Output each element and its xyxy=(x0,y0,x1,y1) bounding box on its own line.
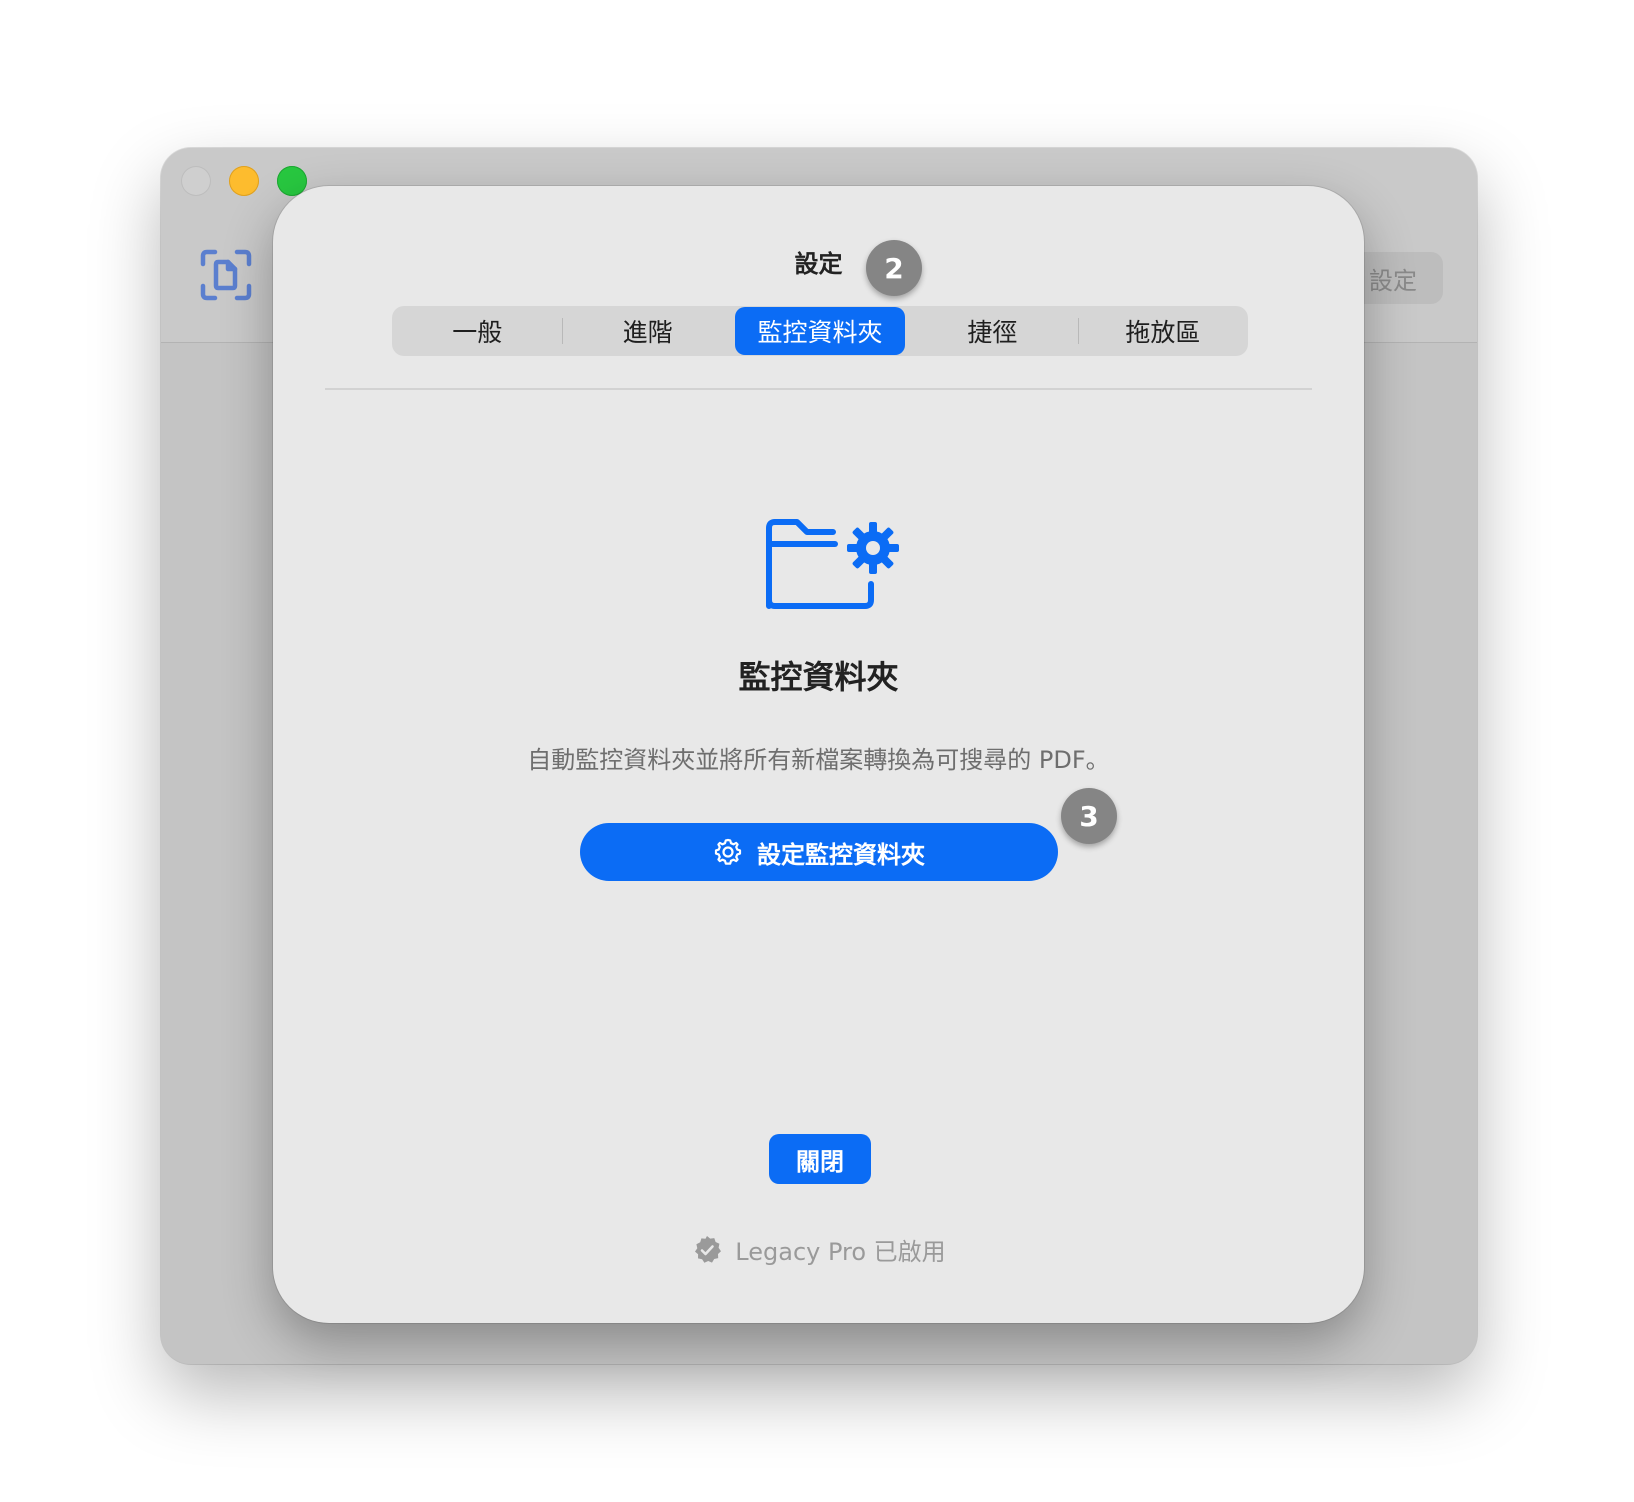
setup-watch-folder-button[interactable]: 設定監控資料夾 xyxy=(580,823,1058,881)
window-close-button[interactable] xyxy=(181,166,211,196)
tab-watch-folder[interactable]: 監控資料夾 xyxy=(734,307,906,355)
step-badge-2: 2 xyxy=(866,240,922,296)
license-status: Legacy Pro 已啟用 xyxy=(273,1232,1364,1267)
tab-advanced[interactable]: 進階 xyxy=(562,306,732,356)
step-badge-3: 3 xyxy=(1061,788,1117,844)
tab-drop-zone[interactable]: 拖放區 xyxy=(1077,306,1248,356)
doc-scan-icon[interactable] xyxy=(199,248,253,302)
tab-general[interactable]: 一般 xyxy=(392,306,562,356)
section-description: 自動監控資料夾並將所有新檔案轉換為可搜尋的 PDF。 xyxy=(527,746,1110,774)
settings-tab-bar: 一般 進階 監控資料夾 捷徑 拖放區 xyxy=(392,306,1248,356)
window-minimize-button[interactable] xyxy=(229,166,259,196)
section-title: 監控資料夾 xyxy=(738,658,899,696)
setup-watch-folder-label: 設定監控資料夾 xyxy=(757,840,925,869)
close-button[interactable]: 關閉 xyxy=(769,1134,871,1184)
header-divider xyxy=(325,388,1312,390)
checkmark-seal-icon xyxy=(695,1235,722,1263)
screen: 設定 設定 2 一般 進階 監控資料夾 捷徑 拖放區 監控資料夾 自動監控資料夾… xyxy=(0,0,1634,1502)
folder-gear-icon xyxy=(766,519,899,609)
license-text: Legacy Pro 已啟用 xyxy=(735,1238,946,1266)
settings-sheet: 設定 2 一般 進階 監控資料夾 捷徑 拖放區 監控資料夾 自動監控資料夾並將所… xyxy=(273,186,1364,1323)
tab-shortcuts[interactable]: 捷徑 xyxy=(907,306,1077,356)
gear-icon xyxy=(714,838,742,865)
sheet-title: 設定 xyxy=(794,250,843,278)
